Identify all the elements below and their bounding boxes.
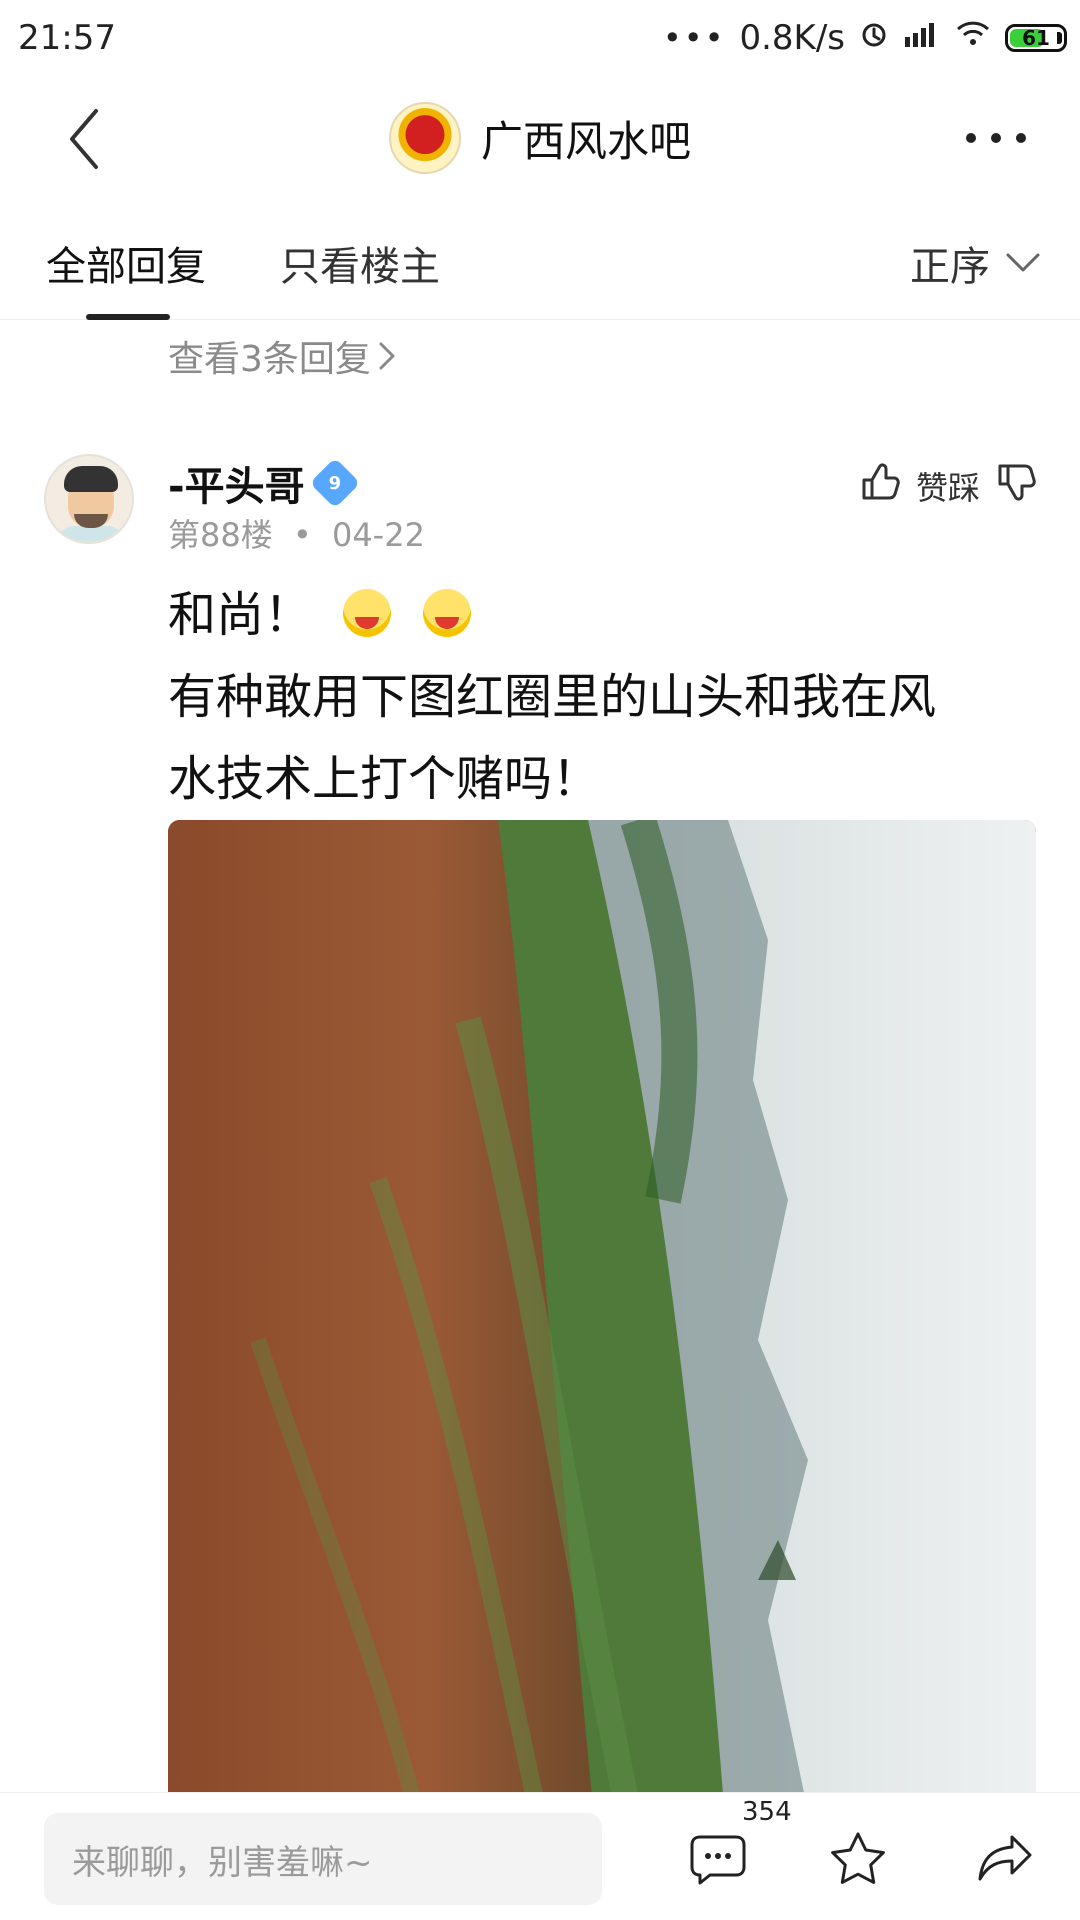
more-options-button[interactable] (966, 120, 1026, 156)
post-meta: 第88楼 • 04-22 (168, 510, 425, 556)
alarm-icon (859, 18, 889, 58)
thumbs-up-icon (862, 463, 900, 500)
chevron-right-icon (379, 342, 395, 370)
more-horizontal-icon (991, 133, 1001, 143)
signal-icon (903, 18, 941, 58)
avatar[interactable] (44, 454, 134, 544)
tab-all-replies[interactable]: 全部回复 (46, 234, 206, 292)
status-icons: ••• 0.8K/s 61 (662, 18, 1067, 58)
dislike-button[interactable] (996, 462, 1036, 510)
post-line-1: 和尚！ (168, 574, 1038, 656)
reply-input[interactable]: 来聊聊，别害羞嘛~ (44, 1813, 602, 1905)
laughing-emoji-icon (422, 589, 471, 637)
forum-title: 广西风水吧 (480, 116, 691, 166)
favorite-button[interactable] (820, 1821, 896, 1897)
battery-icon: 61 (1005, 24, 1067, 52)
battery-indicator: 61 (1005, 24, 1067, 52)
sort-label: 正序 (910, 244, 990, 290)
chevron-left-icon (70, 109, 98, 169)
avatar-hair (64, 466, 118, 492)
back-button[interactable] (54, 104, 114, 174)
forum-logo (388, 102, 461, 174)
view-replies-link[interactable]: 查看3条回复 (168, 330, 395, 382)
comment-count: 354 (742, 1797, 792, 1827)
more-dots-icon: ••• (662, 19, 726, 57)
meta-separator: • (292, 516, 312, 554)
comments-button[interactable] (680, 1821, 756, 1897)
thumbs-down-icon (998, 464, 1036, 501)
status-bar: 21:57 ••• 0.8K/s 61 (0, 0, 1080, 76)
network-speed: 0.8K/s (739, 18, 845, 58)
view-replies-label: 查看3条回复 (168, 339, 371, 380)
level-number: 9 (328, 472, 341, 494)
laughing-emoji-icon (343, 589, 392, 637)
landscape-photo (168, 820, 1036, 1792)
star-icon (831, 1832, 885, 1884)
post-body: 和尚！ 有种敢用下图红圈里的山头和我在风 水技术上打个赌吗！ (168, 574, 1038, 820)
more-horizontal-icon (1016, 133, 1026, 143)
comment-icon (690, 1835, 746, 1885)
wifi-icon (955, 18, 991, 58)
tab-op-only[interactable]: 只看楼主 (280, 234, 440, 292)
forum-title-group[interactable]: 广西风水吧 (388, 102, 691, 174)
sort-dropdown[interactable]: 正序 (910, 234, 1040, 292)
post-line-2: 有种敢用下图红圈里的山头和我在风 (168, 669, 937, 725)
vote-label: 赞踩 (915, 469, 980, 507)
header: 广西风水吧 (0, 76, 1080, 200)
floor-number: 第88楼 (168, 516, 273, 554)
share-icon (978, 1835, 1032, 1881)
like-button[interactable] (860, 462, 900, 510)
username[interactable]: -平头哥 9 (168, 454, 361, 512)
post-image[interactable] (168, 820, 1036, 1792)
chevron-down-icon (1006, 253, 1040, 272)
more-horizontal-icon (966, 133, 976, 143)
post-date: 04-22 (331, 516, 425, 554)
post-line-3: 水技术上打个赌吗！ (168, 751, 601, 807)
level-badge: 9 (309, 457, 361, 509)
share-button[interactable] (968, 1821, 1044, 1897)
post-line-1-text: 和尚！ (168, 587, 313, 643)
avatar-shirt (58, 526, 124, 542)
status-time: 21:57 (18, 18, 116, 58)
replies-feed: 查看3条回复 -平头哥 9 第88楼 • 04-22 赞踩 和尚！ 有种敢用下图… (0, 320, 1080, 1792)
username-text: -平头哥 (168, 464, 305, 510)
battery-level: 61 (1022, 26, 1050, 50)
bottom-bar: 来聊聊，别害羞嘛~ 354 (0, 1792, 1080, 1920)
vote-controls: 赞踩 (860, 462, 1036, 510)
reply-tabs: 全部回复 只看楼主 正序 (0, 200, 1080, 320)
